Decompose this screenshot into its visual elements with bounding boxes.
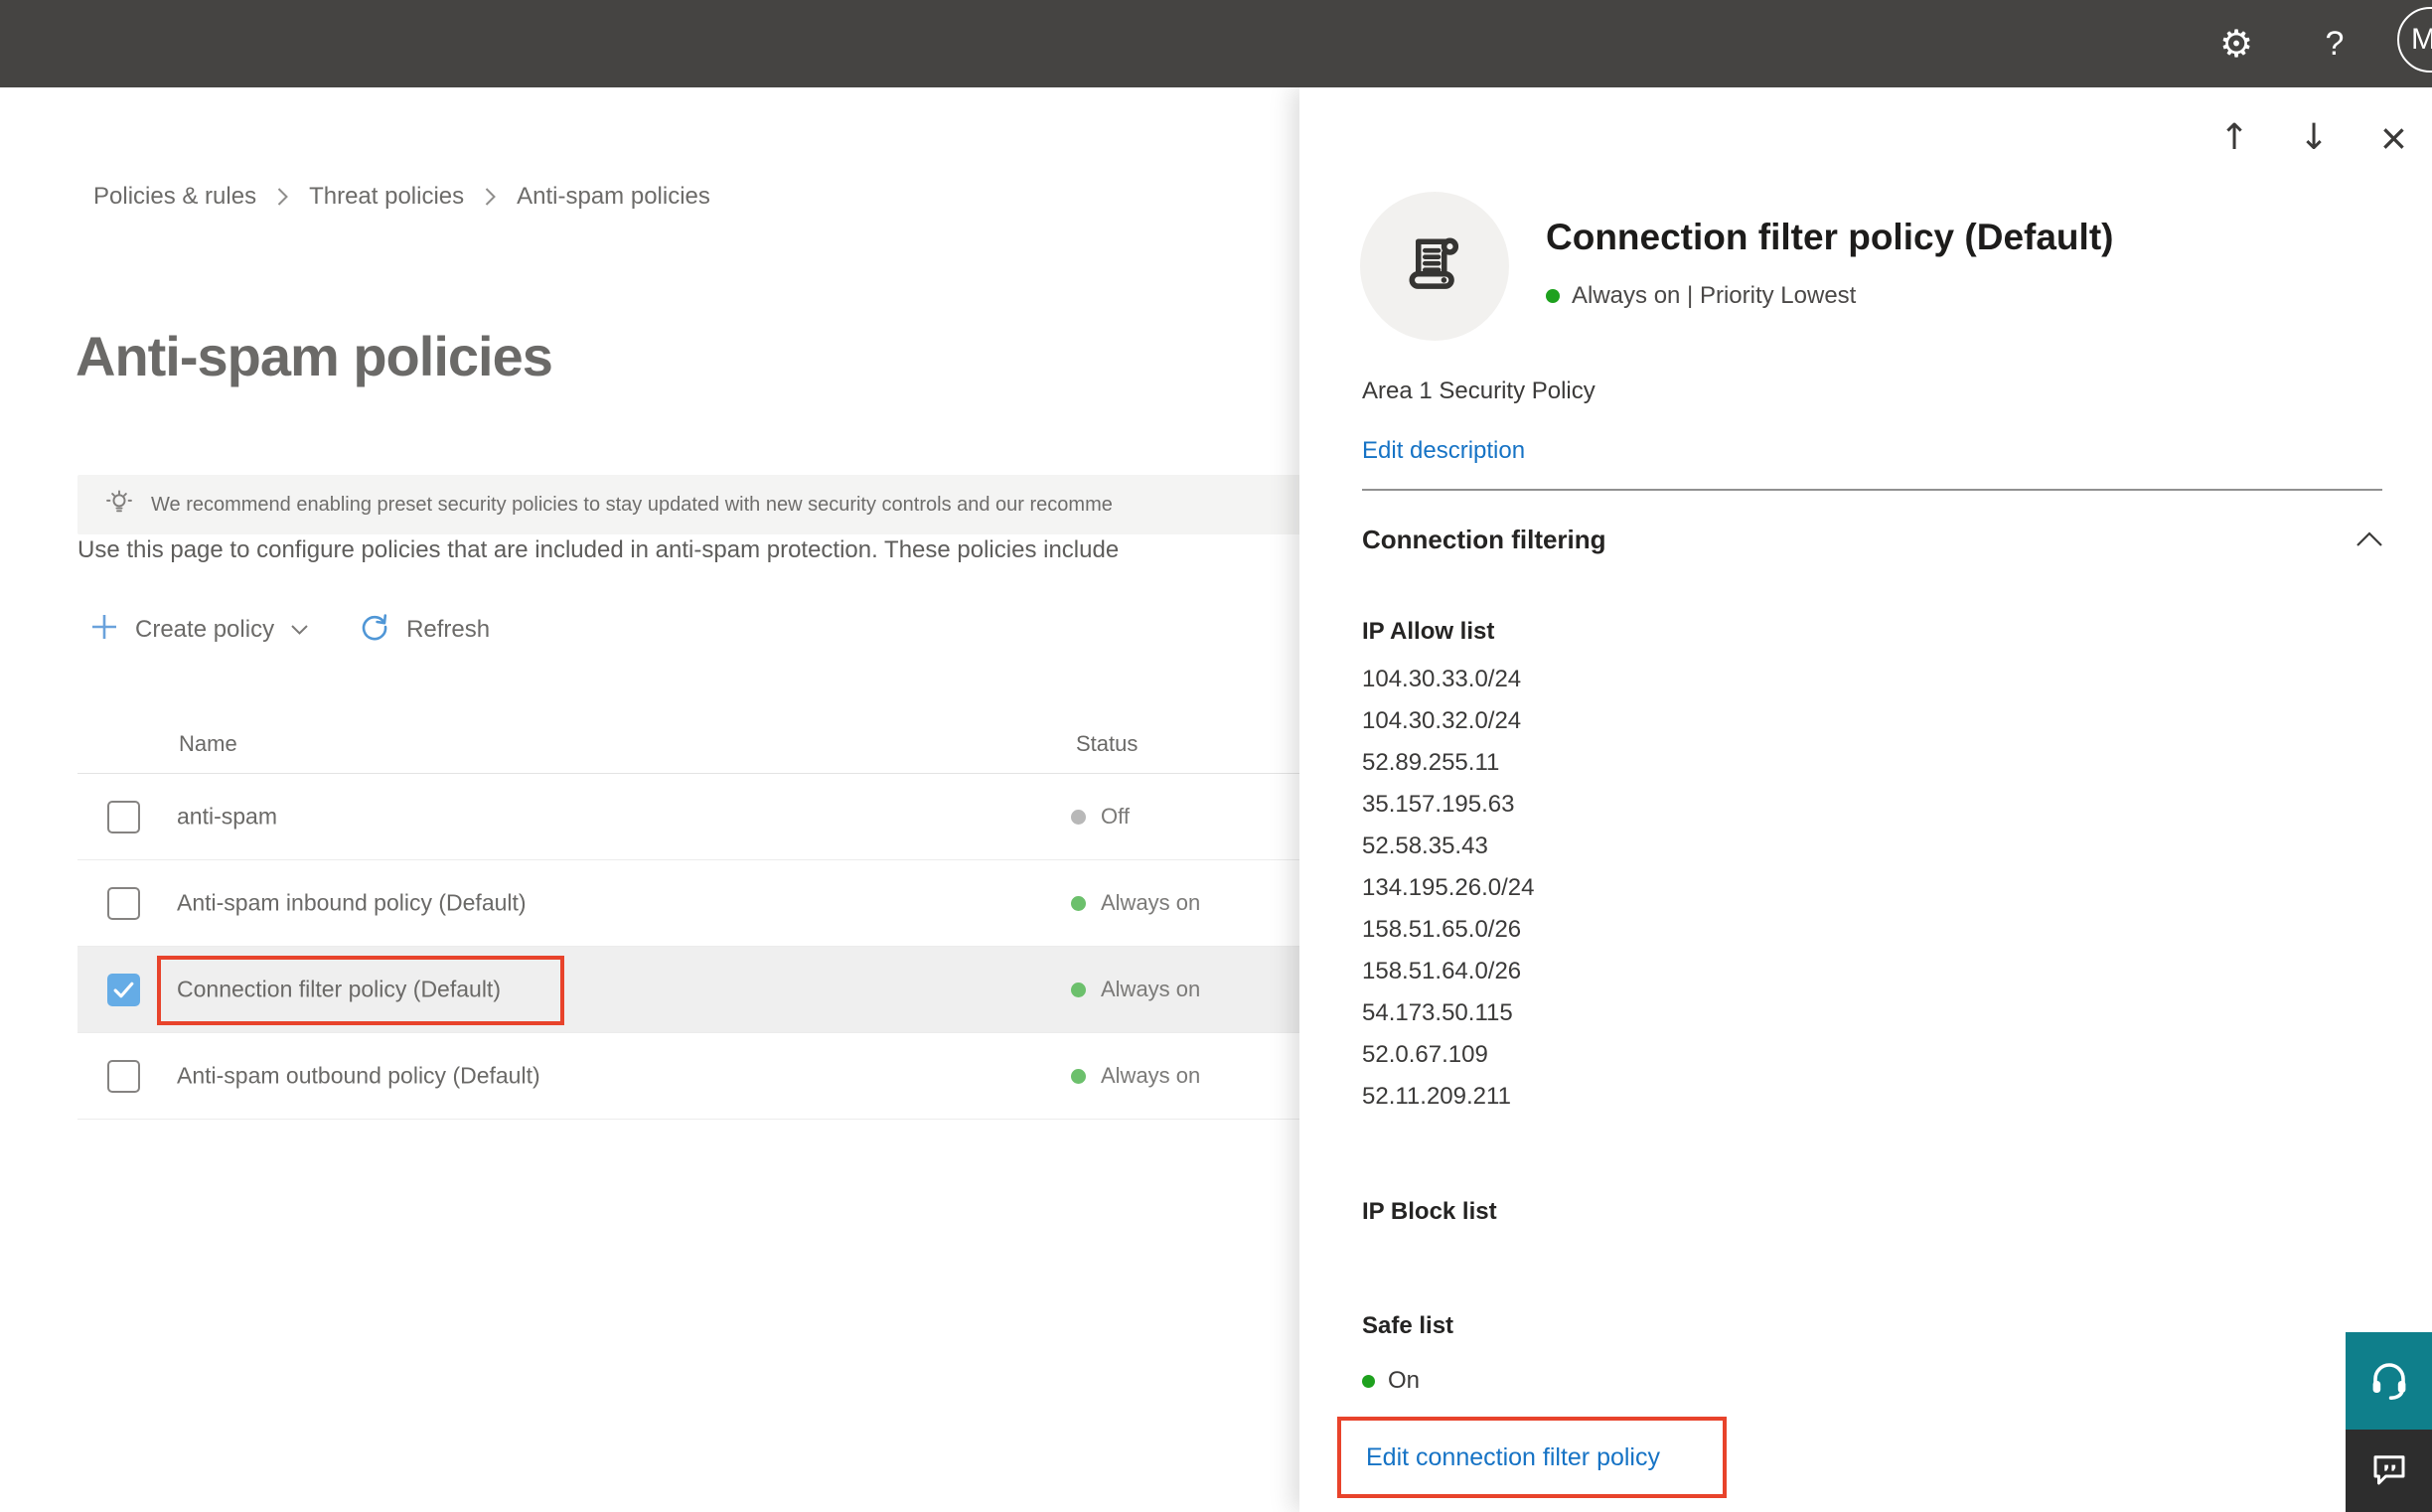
flyout-status-line: Always on | Priority Lowest xyxy=(1546,282,1856,310)
safe-list-status: On xyxy=(1362,1367,1420,1395)
ip-entry: 52.11.209.211 xyxy=(1362,1083,1511,1110)
plus-icon xyxy=(89,612,119,649)
avatar-initial: M xyxy=(2411,23,2432,56)
help-icon[interactable]: ? xyxy=(2315,0,2355,87)
chevron-down-icon xyxy=(290,624,309,636)
edit-connection-filter-policy-link[interactable]: Edit connection filter policy xyxy=(1366,1443,1660,1472)
create-policy-label: Create policy xyxy=(135,616,275,643)
column-header-status[interactable]: Status xyxy=(1076,731,1138,757)
feedback-speech-bubble-icon xyxy=(2368,1448,2410,1493)
lightbulb-icon xyxy=(103,487,135,524)
app-root: ⚙︎ ? M Policies & rules Threat policies … xyxy=(0,0,2432,1512)
next-item-arrow-down-icon[interactable]: ↓ xyxy=(2299,117,2329,158)
policy-name-link[interactable]: Anti-spam outbound policy (Default) xyxy=(177,1063,540,1090)
policy-details-flyout: ↑ ↓ × Connection filter policy (Default)… xyxy=(1299,87,2432,1512)
status-label: Off xyxy=(1101,804,1130,829)
recommendation-banner: We recommend enabling preset security po… xyxy=(77,475,1311,534)
policy-description: Area 1 Security Policy xyxy=(1362,378,1596,404)
policy-avatar xyxy=(1360,192,1509,341)
status-label: Always on xyxy=(1101,890,1201,915)
policy-name-link[interactable]: Anti-spam inbound policy (Default) xyxy=(177,890,527,917)
ip-allow-list-heading: IP Allow list xyxy=(1362,618,1495,645)
table-row-anti-spam[interactable]: anti-spam Off xyxy=(77,774,1311,860)
page-description: Use this page to configure policies that… xyxy=(77,536,1120,563)
status-on-dot xyxy=(1071,1069,1086,1084)
flyout-nav: ↑ ↓ × xyxy=(1299,87,2432,187)
create-policy-button[interactable]: Create policy xyxy=(89,612,309,649)
table-header: Name Status xyxy=(77,699,1311,774)
ip-block-list-heading: IP Block list xyxy=(1362,1198,1497,1225)
refresh-button[interactable]: Refresh xyxy=(359,611,490,650)
ip-entry: 134.195.26.0/24 xyxy=(1362,874,1535,901)
row-checkbox[interactable] xyxy=(107,801,140,833)
ip-entry: 104.30.32.0/24 xyxy=(1362,707,1522,734)
table-row-connection-filter[interactable]: Connection filter policy (Default) Alway… xyxy=(77,947,1311,1033)
policy-name-link[interactable]: Connection filter policy (Default) xyxy=(177,977,501,1003)
breadcrumb-policies-rules[interactable]: Policies & rules xyxy=(93,183,256,211)
support-button[interactable] xyxy=(2346,1332,2432,1430)
status-on-dot xyxy=(1362,1374,1375,1388)
account-avatar[interactable]: M xyxy=(2397,7,2432,73)
corner-buttons xyxy=(2346,1332,2432,1512)
policy-table: Name Status anti-spam Off Anti-spam inbo… xyxy=(77,699,1311,1120)
ip-entry: 52.89.255.11 xyxy=(1362,749,1500,776)
ip-entry: 158.51.65.0/26 xyxy=(1362,916,1522,943)
ip-entry: 52.0.67.109 xyxy=(1362,1041,1488,1068)
status-on-dot xyxy=(1071,896,1086,911)
status-label: Always on xyxy=(1101,1063,1201,1088)
chevron-up-icon[interactable] xyxy=(2355,530,2384,551)
edit-description-link[interactable]: Edit description xyxy=(1362,437,1525,465)
ip-entry: 35.157.195.63 xyxy=(1362,791,1515,818)
status-label: Always on xyxy=(1101,977,1201,1001)
chevron-right-icon xyxy=(276,186,289,208)
headset-icon xyxy=(2365,1356,2413,1407)
table-row-anti-spam-inbound[interactable]: Anti-spam inbound policy (Default) Alway… xyxy=(77,860,1311,947)
feedback-button[interactable] xyxy=(2346,1430,2432,1512)
safe-list-heading: Safe list xyxy=(1362,1312,1454,1339)
status-off-dot xyxy=(1071,810,1086,825)
chevron-right-icon xyxy=(484,186,497,208)
row-checkbox[interactable] xyxy=(107,1060,140,1093)
row-checkbox-checked[interactable] xyxy=(107,974,140,1006)
top-bar: ⚙︎ ? M xyxy=(0,0,2432,87)
refresh-icon xyxy=(359,611,390,650)
page-title: Anti-spam policies xyxy=(76,325,553,387)
table-row-anti-spam-outbound[interactable]: Anti-spam outbound policy (Default) Alwa… xyxy=(77,1033,1311,1120)
row-checkbox[interactable] xyxy=(107,887,140,920)
status-on-dot xyxy=(1546,289,1560,303)
ip-entry: 54.173.50.115 xyxy=(1362,999,1513,1026)
close-icon[interactable]: × xyxy=(2380,111,2407,165)
breadcrumb-threat-policies[interactable]: Threat policies xyxy=(309,183,464,211)
ip-entry: 158.51.64.0/26 xyxy=(1362,958,1522,984)
previous-item-arrow-up-icon[interactable]: ↑ xyxy=(2219,117,2249,158)
safe-list-value: On xyxy=(1388,1367,1421,1394)
connection-filtering-heading: Connection filtering xyxy=(1362,525,1606,554)
settings-gear-icon[interactable]: ⚙︎ xyxy=(2213,0,2259,87)
edit-link-highlight-box: Edit connection filter policy xyxy=(1337,1417,1727,1498)
ip-entry: 104.30.33.0/24 xyxy=(1362,666,1522,692)
status-on-dot xyxy=(1071,983,1086,997)
toolbar: Create policy Refresh xyxy=(89,604,490,656)
ip-entry: 52.58.35.43 xyxy=(1362,832,1488,859)
policy-name-link[interactable]: anti-spam xyxy=(177,804,277,831)
status-priority-text: Always on | Priority Lowest xyxy=(1572,282,1857,309)
breadcrumb: Policies & rules Threat policies Anti-sp… xyxy=(93,183,710,211)
flyout-title: Connection filter policy (Default) xyxy=(1546,217,2114,257)
refresh-label: Refresh xyxy=(406,616,491,643)
breadcrumb-anti-spam-policies[interactable]: Anti-spam policies xyxy=(517,183,710,211)
ip-allow-list: 104.30.33.0/24 104.30.32.0/24 52.89.255.… xyxy=(1362,659,1535,1118)
scroll-policy-icon xyxy=(1396,226,1473,308)
banner-text: We recommend enabling preset security po… xyxy=(151,493,1113,516)
column-header-name[interactable]: Name xyxy=(179,731,237,757)
divider xyxy=(1362,489,2382,491)
